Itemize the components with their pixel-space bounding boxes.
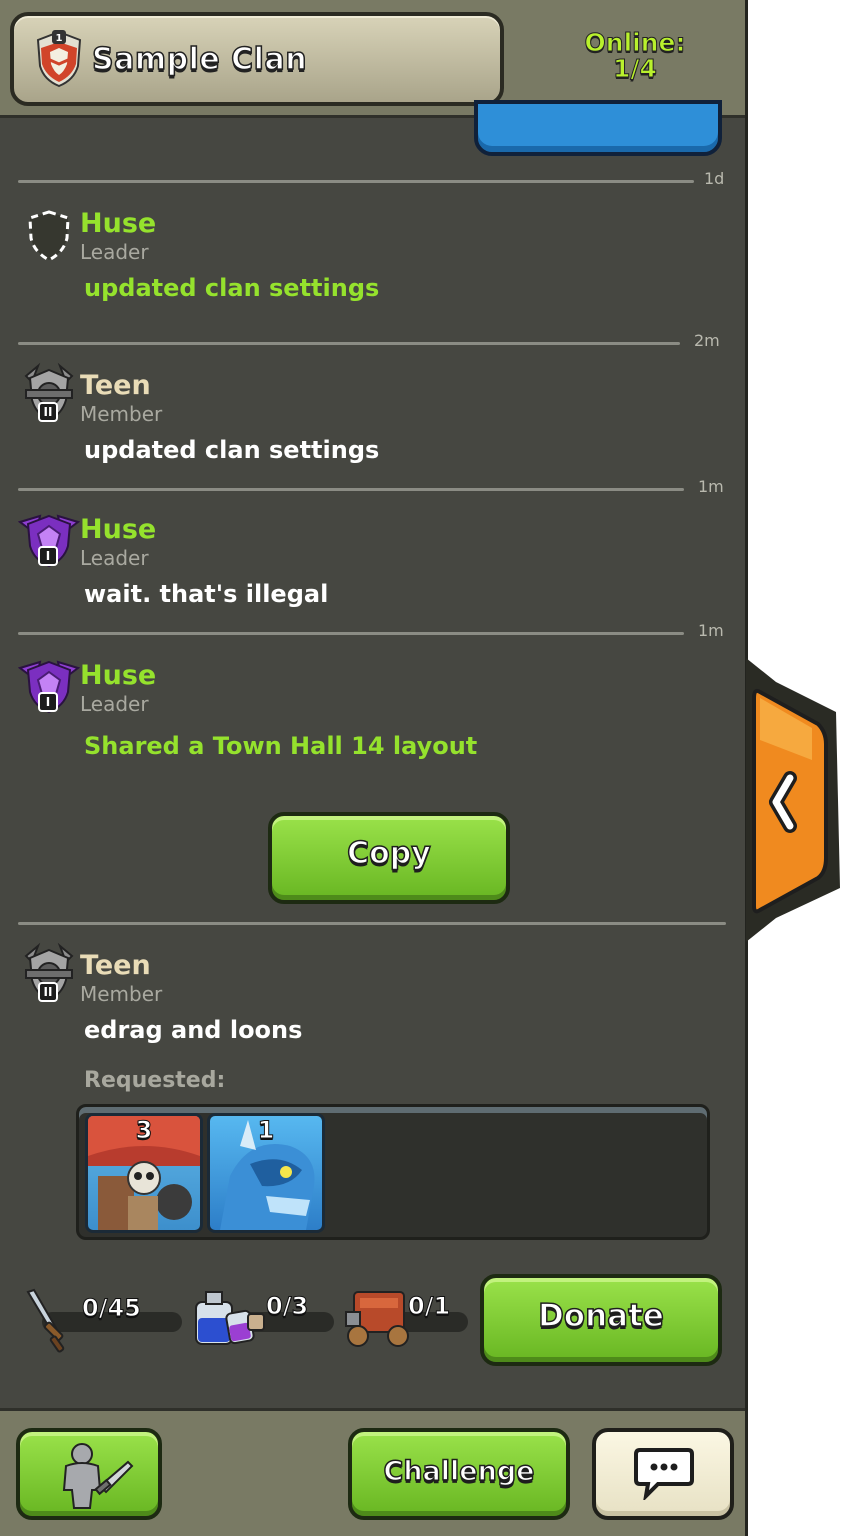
siege-donated-count: 0/1	[407, 1292, 451, 1321]
friendly-battle-button[interactable]	[16, 1428, 162, 1520]
requested-troop-electro-dragon: 1	[207, 1113, 325, 1233]
requested-label: Requested:	[84, 1068, 226, 1093]
sender-role: Member	[80, 982, 163, 1006]
sender-name[interactable]: Huse	[80, 660, 156, 691]
timestamp: 1m	[698, 477, 724, 496]
donate-button[interactable]: Donate	[480, 1274, 722, 1366]
divider	[18, 922, 726, 925]
chat-message: edrag and loons	[84, 1016, 303, 1044]
sender-role: Leader	[80, 240, 149, 264]
sender-name[interactable]: Teen	[80, 950, 151, 981]
chat-message: updated clan settings	[84, 274, 380, 302]
sender-role: Member	[80, 402, 163, 426]
league-level-badge: I	[38, 546, 58, 566]
chat-message: Shared a Town Hall 14 layout	[84, 732, 478, 760]
sender-role: Leader	[80, 692, 149, 716]
clan-level-text: 1	[56, 33, 63, 44]
online-label: Online:	[584, 28, 686, 57]
sender-role: Leader	[80, 546, 149, 570]
online-status: Online: 1/4	[560, 28, 710, 83]
timestamp: 2m	[694, 331, 720, 350]
league-level-badge: II	[38, 402, 58, 422]
chat-message: wait. that's illegal	[84, 580, 329, 608]
sender-name[interactable]: Huse	[80, 514, 156, 545]
speech-bubble-icon	[634, 1448, 694, 1500]
requested-troop-balloon: 3	[85, 1113, 203, 1233]
clan-name: Sample Clan	[91, 41, 308, 78]
chat-input-button[interactable]	[592, 1428, 734, 1520]
donate-label: Donate	[537, 1297, 664, 1335]
divider	[18, 180, 694, 183]
timestamp: 1m	[698, 621, 724, 640]
empty-league-shield-icon	[28, 210, 70, 262]
copy-label: Copy	[346, 835, 431, 872]
troop-count: 3	[135, 1116, 153, 1145]
sword-icon	[26, 1288, 65, 1353]
challenge-button[interactable]: Challenge	[348, 1428, 570, 1520]
sender-name[interactable]: Huse	[80, 208, 156, 239]
online-count: 1/4	[613, 54, 658, 83]
clan-chat-panel: 1 Sample Clan Online: 1/4 1d Huse Leader…	[0, 0, 748, 1536]
collapse-chat-tab[interactable]	[746, 652, 842, 948]
divider	[18, 632, 684, 635]
challenge-label: Challenge	[383, 1455, 535, 1488]
spells-donated-count: 0/3	[265, 1292, 309, 1321]
clan-info-button[interactable]: 1 Sample Clan	[10, 12, 504, 106]
warrior-sword-icon	[62, 1443, 134, 1509]
siege-machine-icon	[345, 1291, 409, 1347]
league-level-badge: I	[38, 692, 58, 712]
clan-badge-icon: 1	[36, 30, 82, 88]
sender-name[interactable]: Teen	[80, 370, 151, 401]
league-level-badge: II	[38, 982, 58, 1002]
timestamp: 1d	[704, 169, 725, 188]
chat-message: updated clan settings	[84, 436, 380, 464]
previous-message-button[interactable]	[474, 100, 722, 156]
copy-layout-button[interactable]: Copy	[268, 812, 510, 904]
troop-count: 1	[257, 1116, 275, 1145]
spell-potion-icon	[195, 1291, 265, 1345]
troops-donated-count: 0/45	[82, 1294, 142, 1323]
requested-troops-tray: 3 1	[76, 1104, 710, 1240]
divider	[18, 488, 684, 491]
divider	[18, 342, 680, 345]
